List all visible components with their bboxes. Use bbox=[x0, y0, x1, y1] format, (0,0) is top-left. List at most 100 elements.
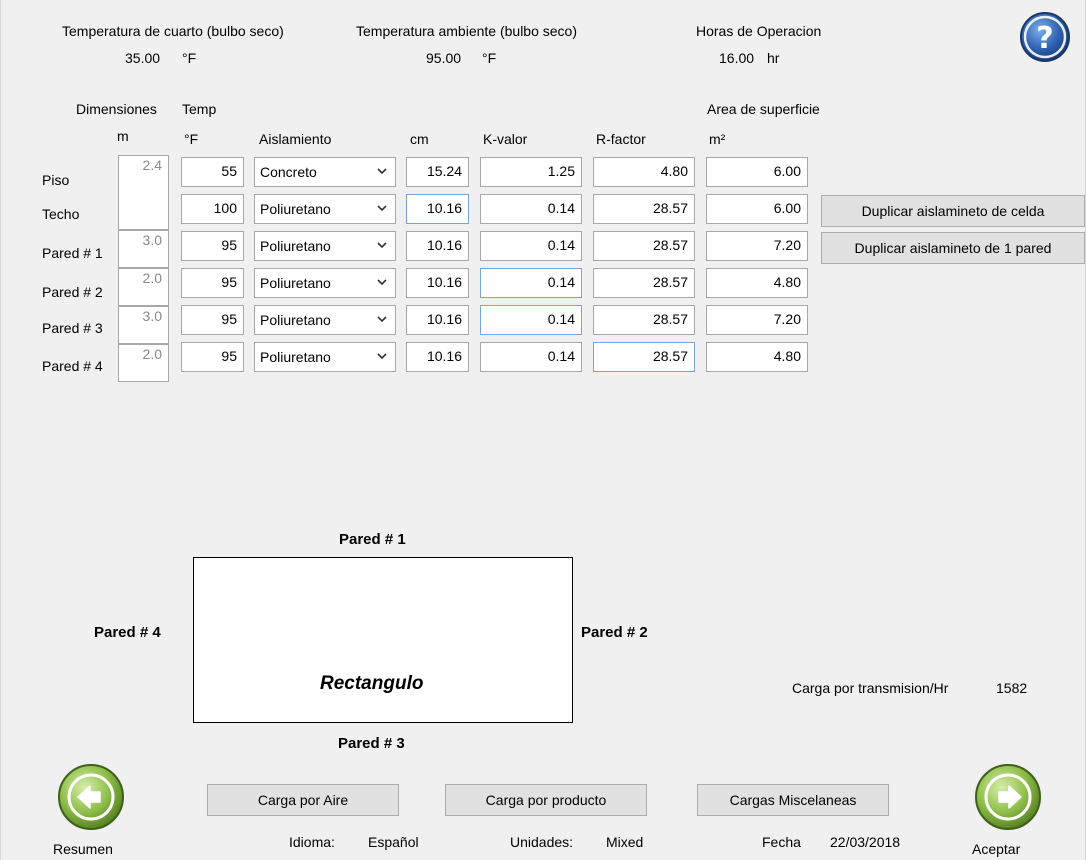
diagram-wall-4-label: Pared # 4 bbox=[94, 624, 161, 641]
insulation-select-piso[interactable]: Concreto bbox=[254, 157, 396, 187]
rfactor-field-pared-1[interactable]: 28.57 bbox=[593, 231, 695, 261]
room-temp-value: 35.00 bbox=[125, 50, 161, 66]
dimension-field-pared-3[interactable]: 3.0 bbox=[118, 306, 169, 344]
temp-field-techo[interactable]: 100 bbox=[181, 194, 244, 224]
temp-field-pared-1[interactable]: 95 bbox=[181, 231, 244, 261]
kvalue-field-pared-4[interactable]: 0.14 bbox=[480, 342, 582, 372]
chevron-down-icon bbox=[377, 279, 387, 286]
thickness-field-techo[interactable]: 10.16 bbox=[406, 194, 469, 224]
svg-text:?: ? bbox=[1036, 21, 1053, 56]
insulation-select-pared-4[interactable]: Poliuretano bbox=[254, 342, 396, 372]
dimension-field-pared-1[interactable]: 3.0 bbox=[118, 230, 169, 268]
help-button[interactable]: ? bbox=[1019, 11, 1071, 63]
room-temp-unit: °F bbox=[182, 50, 197, 66]
room-shape-diagram bbox=[193, 557, 573, 723]
rfactor-field-piso[interactable]: 4.80 bbox=[593, 157, 695, 187]
arrow-left-icon bbox=[58, 764, 124, 830]
rfactor-field-pared-2[interactable]: 28.57 bbox=[593, 268, 695, 298]
temp-field-pared-2[interactable]: 95 bbox=[181, 268, 244, 298]
kvalue-field-pared-3[interactable]: 0.14 bbox=[480, 305, 582, 335]
row-label-pared-3: Pared # 3 bbox=[42, 320, 103, 336]
insulation-select-techo[interactable]: Poliuretano bbox=[254, 194, 396, 224]
area-field-pared-1[interactable]: 7.20 bbox=[706, 231, 808, 261]
air-load-button[interactable]: Carga por Aire bbox=[207, 784, 399, 816]
diagram-wall-3-label: Pared # 3 bbox=[338, 735, 405, 752]
insulation-select-pared-2[interactable]: Poliuretano bbox=[254, 268, 396, 298]
temp-field-pared-4[interactable]: 95 bbox=[181, 342, 244, 372]
temp-field-piso[interactable]: 55 bbox=[181, 157, 244, 187]
row-label-pared-1: Pared # 1 bbox=[42, 245, 103, 261]
col-temp-unit: °F bbox=[184, 131, 199, 147]
insulation-select-pared-1[interactable]: Poliuretano bbox=[254, 231, 396, 261]
insulation-select-pared-3[interactable]: Poliuretano bbox=[254, 305, 396, 335]
insulation-value: Poliuretano bbox=[260, 201, 331, 217]
rfactor-field-techo[interactable]: 28.57 bbox=[593, 194, 695, 224]
language-value: Español bbox=[368, 834, 419, 850]
area-field-pared-4[interactable]: 4.80 bbox=[706, 342, 808, 372]
duplicate-cell-insulation-button[interactable]: Duplicar aislamineto de celda bbox=[821, 195, 1085, 227]
hours-unit: hr bbox=[767, 50, 780, 66]
col-rfactor: R-factor bbox=[596, 131, 646, 147]
rfactor-field-pared-4[interactable]: 28.57 bbox=[593, 342, 695, 372]
kvalue-field-piso[interactable]: 1.25 bbox=[480, 157, 582, 187]
dimension-field-pared-4[interactable]: 2.0 bbox=[118, 344, 169, 382]
accept-label: Aceptar bbox=[972, 841, 1021, 857]
col-area: Area de superficie bbox=[707, 101, 820, 117]
units-label: Unidades: bbox=[510, 834, 574, 850]
insulation-value: Poliuretano bbox=[260, 349, 331, 365]
kvalue-field-techo[interactable]: 0.14 bbox=[480, 194, 582, 224]
transmission-load-label: Carga por transmision/Hr bbox=[792, 680, 949, 696]
ambient-temp-unit: °F bbox=[482, 50, 497, 66]
col-thickness-unit: cm bbox=[410, 131, 429, 147]
units-value: Mixed bbox=[606, 834, 644, 850]
row-label-pared-4: Pared # 4 bbox=[42, 358, 103, 374]
thickness-field-pared-2[interactable]: 10.16 bbox=[406, 268, 469, 298]
diagram-wall-1-label: Pared # 1 bbox=[339, 531, 406, 548]
col-temp: Temp bbox=[182, 101, 217, 117]
date-label: Fecha bbox=[762, 834, 801, 850]
insulation-value: Concreto bbox=[260, 164, 317, 180]
window-frame bbox=[0, 0, 1086, 860]
area-field-pared-3[interactable]: 7.20 bbox=[706, 305, 808, 335]
dimension-field-pared-2[interactable]: 2.0 bbox=[118, 268, 169, 306]
ambient-temp-value: 95.00 bbox=[426, 50, 462, 66]
language-label: Idioma: bbox=[289, 834, 335, 850]
insulation-value: Poliuretano bbox=[260, 238, 331, 254]
row-label-techo: Techo bbox=[42, 206, 80, 222]
chevron-down-icon bbox=[377, 168, 387, 175]
col-dimensions-unit: m bbox=[117, 128, 129, 144]
chevron-down-icon bbox=[377, 316, 387, 323]
dimension-field-piso-techo[interactable]: 2.4 bbox=[118, 155, 169, 230]
col-dimensions: Dimensiones bbox=[76, 101, 157, 117]
product-load-button[interactable]: Carga por producto bbox=[445, 784, 647, 816]
row-label-pared-2: Pared # 2 bbox=[42, 284, 103, 300]
col-insulation: Aislamiento bbox=[259, 131, 332, 147]
thickness-field-pared-3[interactable]: 10.16 bbox=[406, 305, 469, 335]
chevron-down-icon bbox=[377, 205, 387, 212]
col-kvalue: K-valor bbox=[483, 131, 528, 147]
chevron-down-icon bbox=[377, 353, 387, 360]
back-button[interactable] bbox=[56, 762, 126, 832]
rfactor-field-pared-3[interactable]: 28.57 bbox=[593, 305, 695, 335]
diagram-wall-2-label: Pared # 2 bbox=[581, 624, 648, 641]
area-field-techo[interactable]: 6.00 bbox=[706, 194, 808, 224]
thickness-field-piso[interactable]: 15.24 bbox=[406, 157, 469, 187]
kvalue-field-pared-2[interactable]: 0.14 bbox=[480, 268, 582, 298]
temp-field-pared-3[interactable]: 95 bbox=[181, 305, 244, 335]
col-area-unit: m² bbox=[709, 131, 726, 147]
area-field-pared-2[interactable]: 4.80 bbox=[706, 268, 808, 298]
accept-button[interactable] bbox=[973, 762, 1043, 832]
area-field-piso[interactable]: 6.00 bbox=[706, 157, 808, 187]
misc-loads-button[interactable]: Cargas Miscelaneas bbox=[697, 784, 889, 816]
ambient-temp-label: Temperatura ambiente (bulbo seco) bbox=[356, 23, 578, 39]
room-temp-label: Temperatura de cuarto (bulbo seco) bbox=[62, 23, 284, 39]
arrow-right-icon bbox=[975, 764, 1041, 830]
kvalue-field-pared-1[interactable]: 0.14 bbox=[480, 231, 582, 261]
row-label-piso: Piso bbox=[42, 172, 70, 188]
duplicate-wall-insulation-button[interactable]: Duplicar aislamineto de 1 pared bbox=[821, 232, 1085, 264]
room-shape-label: Rectangulo bbox=[320, 673, 424, 694]
thickness-field-pared-1[interactable]: 10.16 bbox=[406, 231, 469, 261]
thickness-field-pared-4[interactable]: 10.16 bbox=[406, 342, 469, 372]
question-mark-icon: ? bbox=[1020, 12, 1070, 62]
insulation-value: Poliuretano bbox=[260, 275, 331, 291]
